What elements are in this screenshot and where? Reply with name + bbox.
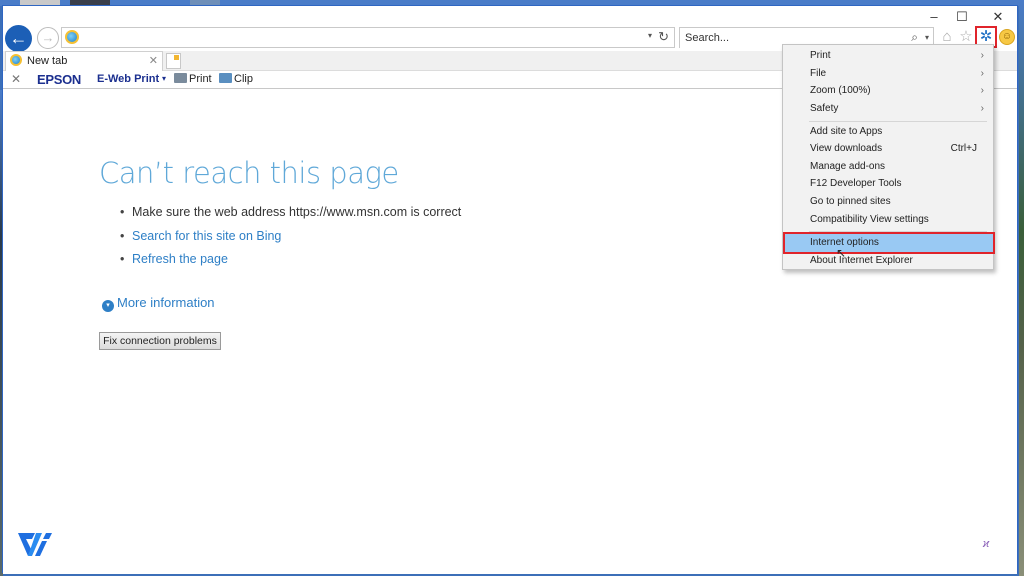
menu-item-safety[interactable]: Safety › — [783, 100, 993, 118]
tab-close-icon[interactable]: ✕ — [149, 54, 158, 67]
e-web-print-button[interactable]: E-Web Print — [97, 73, 159, 85]
refresh-page-link[interactable]: Refresh the page — [120, 252, 461, 276]
tools-menu: Print › File › Zoom (100%) › Safety › Add si… — [782, 44, 995, 270]
e-web-print-dropdown-icon[interactable]: ▾ — [162, 74, 166, 83]
fix-connection-button[interactable]: Fix connection problems — [99, 332, 221, 350]
menu-item-label: About Internet Explorer — [810, 255, 913, 266]
gear-icon: ✲ — [979, 28, 993, 45]
page-title: Can’t reach this page — [99, 156, 399, 190]
search-bing-link[interactable]: Search for this site on Bing — [120, 229, 461, 253]
forward-arrow-icon: → — [41, 30, 55, 45]
menu-item-about-internet-explorer[interactable]: About Internet Explorer — [783, 252, 993, 270]
more-information-label: More information — [117, 295, 215, 310]
refresh-icon[interactable]: ↻ — [658, 29, 669, 45]
epson-logo: EPSON — [37, 72, 82, 87]
minimize-button[interactable]: – — [921, 9, 947, 25]
menu-item-file[interactable]: File › — [783, 65, 993, 83]
search-dropdown-icon[interactable]: ▾ — [925, 33, 929, 42]
close-window-button[interactable]: ✕ — [985, 9, 1011, 25]
clip-button[interactable]: Clip — [219, 73, 253, 85]
menu-item-label: Compatibility View settings — [810, 214, 929, 225]
search-icon[interactable]: ⌕ — [911, 30, 918, 45]
menu-item-f12-developer-tools[interactable]: F12 Developer Tools — [783, 175, 993, 193]
menu-shortcut: Ctrl+J — [950, 143, 977, 154]
maximize-button[interactable]: ☐ — [949, 9, 975, 25]
print-label: Print — [189, 73, 212, 85]
tab-label: New tab — [27, 55, 68, 67]
feedback-smiley-icon[interactable]: ☺ — [999, 29, 1015, 45]
more-information-link[interactable]: ▾ More information — [102, 295, 215, 312]
menu-item-label: Print — [810, 50, 831, 61]
printer-icon — [174, 73, 187, 83]
expand-chevron-icon: ▾ — [102, 300, 114, 312]
clip-label: Clip — [234, 73, 253, 85]
submenu-arrow-icon: › — [980, 85, 984, 96]
submenu-arrow-icon: › — [980, 68, 984, 79]
corner-watermark-icon: ϰ — [983, 538, 990, 550]
submenu-arrow-icon: › — [980, 50, 984, 61]
list-item: Make sure the web address https://www.ms… — [120, 205, 461, 229]
menu-item-manage-add-ons[interactable]: Manage add-ons — [783, 158, 993, 176]
back-arrow-icon: ← — [9, 28, 28, 48]
menu-item-compatibility-view-settings[interactable]: Compatibility View settings — [783, 211, 993, 229]
new-tab-button[interactable] — [166, 53, 181, 69]
clip-icon — [219, 73, 232, 83]
address-dropdown-icon[interactable]: ▾ — [648, 31, 652, 40]
ie-tab-icon — [10, 54, 22, 66]
title-bar: – ☐ ✕ — [3, 6, 1017, 26]
address-bar[interactable]: ▾ ↻ — [61, 27, 675, 48]
menu-item-label: File — [810, 68, 827, 79]
print-button[interactable]: Print — [174, 73, 212, 85]
menu-separator — [809, 121, 987, 122]
menu-item-label: Add site to Apps — [810, 126, 883, 137]
desktop-edge-right — [1019, 0, 1024, 576]
menu-item-label: View downloads — [810, 143, 883, 154]
menu-item-label: Manage add-ons — [810, 161, 886, 172]
watermark-logo-icon — [18, 533, 52, 556]
menu-item-internet-options[interactable]: Internet options — [783, 232, 995, 254]
menu-item-go-to-pinned-sites[interactable]: Go to pinned sites — [783, 193, 993, 211]
tab-new-tab[interactable]: New tab ✕ — [5, 51, 163, 71]
menu-item-label: F12 Developer Tools — [810, 178, 902, 189]
menu-item-add-site-to-apps[interactable]: Add site to Apps — [783, 123, 993, 141]
close-toolbar-icon[interactable]: ✕ — [11, 72, 21, 86]
menu-item-label: Go to pinned sites — [810, 196, 891, 207]
forward-button[interactable]: → — [37, 27, 59, 49]
menu-separator — [809, 231, 987, 232]
suggestion-list: Make sure the web address https://www.ms… — [120, 205, 461, 276]
submenu-arrow-icon: › — [980, 103, 984, 114]
menu-item-label: Safety — [810, 103, 839, 114]
menu-item-label: Zoom (100%) — [810, 85, 871, 96]
menu-item-zoom[interactable]: Zoom (100%) › — [783, 82, 993, 100]
menu-item-print[interactable]: Print › — [783, 47, 993, 65]
ie-page-icon — [65, 30, 79, 44]
mouse-cursor-icon: ↖ — [836, 246, 847, 260]
menu-item-view-downloads[interactable]: View downloads Ctrl+J — [783, 140, 993, 158]
back-button[interactable]: ← — [5, 25, 32, 52]
